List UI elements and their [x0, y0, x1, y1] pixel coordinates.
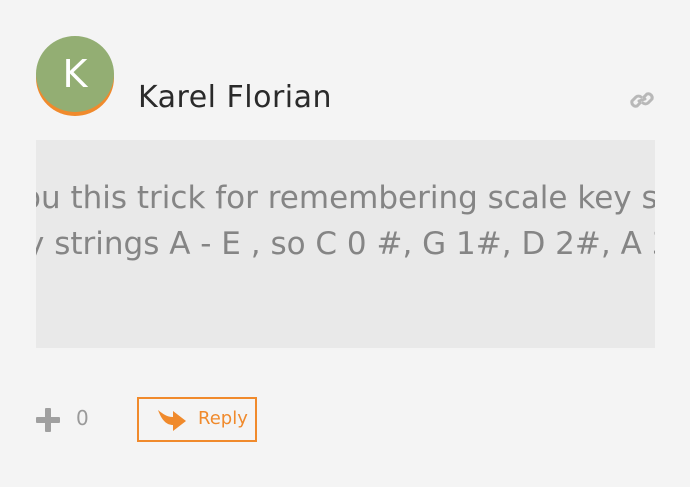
reply-arrow-icon [158, 410, 186, 431]
reply-button[interactable]: Reply [137, 397, 257, 442]
comment-body: ou this trick for remembering scale key … [36, 140, 655, 348]
avatar-initial: K [36, 36, 114, 112]
comment-text-line: ou this trick for remembering scale key … [36, 180, 655, 216]
vote-count: 0 [76, 406, 89, 430]
avatar[interactable]: K [36, 36, 116, 116]
author-name[interactable]: Karel Florian [138, 80, 332, 115]
plus-icon[interactable] [34, 406, 62, 434]
reply-label: Reply [198, 408, 248, 429]
link-icon[interactable] [628, 88, 656, 112]
comment-card: K Karel Florian ou this trick for rememb… [0, 0, 690, 487]
comment-text-line: y strings A - E , so C 0 #, G 1#, D 2#, … [36, 226, 655, 262]
